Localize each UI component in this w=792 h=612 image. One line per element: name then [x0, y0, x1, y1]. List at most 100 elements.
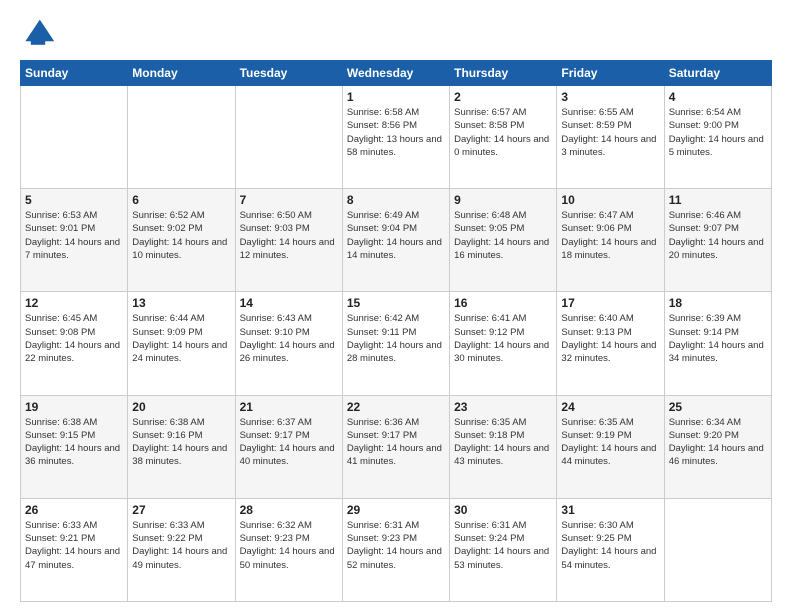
day-number: 20: [132, 400, 230, 414]
day-number: 14: [240, 296, 338, 310]
day-number: 25: [669, 400, 767, 414]
calendar-cell: 15 Sunrise: 6:42 AM Sunset: 9:11 PM Dayli…: [342, 292, 449, 395]
day-info: Sunrise: 6:39 AM Sunset: 9:14 PM Dayligh…: [669, 312, 767, 365]
day-number: 6: [132, 193, 230, 207]
day-number: 11: [669, 193, 767, 207]
day-number: 8: [347, 193, 445, 207]
calendar-cell: 13 Sunrise: 6:44 AM Sunset: 9:09 PM Dayli…: [128, 292, 235, 395]
day-number: 3: [561, 90, 659, 104]
day-number: 7: [240, 193, 338, 207]
calendar-header-wednesday: Wednesday: [342, 61, 449, 86]
calendar-cell: 23 Sunrise: 6:35 AM Sunset: 9:18 PM Dayli…: [450, 395, 557, 498]
calendar-cell: 29 Sunrise: 6:31 AM Sunset: 9:23 PM Dayli…: [342, 498, 449, 601]
day-number: 4: [669, 90, 767, 104]
day-number: 31: [561, 503, 659, 517]
day-number: 10: [561, 193, 659, 207]
day-info: Sunrise: 6:46 AM Sunset: 9:07 PM Dayligh…: [669, 209, 767, 262]
day-info: Sunrise: 6:43 AM Sunset: 9:10 PM Dayligh…: [240, 312, 338, 365]
day-number: 27: [132, 503, 230, 517]
day-number: 16: [454, 296, 552, 310]
day-number: 1: [347, 90, 445, 104]
calendar-cell: 12Sunrise: 6:45 AM Sunset: 9:08 PM Dayli…: [21, 292, 128, 395]
day-number: 2: [454, 90, 552, 104]
calendar-cell: 14 Sunrise: 6:43 AM Sunset: 9:10 PM Dayli…: [235, 292, 342, 395]
day-info: Sunrise: 6:36 AM Sunset: 9:17 PM Dayligh…: [347, 416, 445, 469]
calendar-cell: 27 Sunrise: 6:33 AM Sunset: 9:22 PM Dayli…: [128, 498, 235, 601]
day-info: Sunrise: 6:30 AM Sunset: 9:25 PM Dayligh…: [561, 519, 659, 572]
calendar-cell: 20 Sunrise: 6:38 AM Sunset: 9:16 PM Dayli…: [128, 395, 235, 498]
day-info: Sunrise: 6:57 AM Sunset: 8:58 PM Dayligh…: [454, 106, 552, 159]
day-number: 5: [25, 193, 123, 207]
day-info: Sunrise: 6:41 AM Sunset: 9:12 PM Dayligh…: [454, 312, 552, 365]
calendar-cell: 3 Sunrise: 6:55 AM Sunset: 8:59 PM Daylig…: [557, 86, 664, 189]
calendar-week-row: 5Sunrise: 6:53 AM Sunset: 9:01 PM Daylig…: [21, 189, 772, 292]
day-number: 21: [240, 400, 338, 414]
day-info: Sunrise: 6:31 AM Sunset: 9:23 PM Dayligh…: [347, 519, 445, 572]
calendar-header-row: SundayMondayTuesdayWednesdayThursdayFrid…: [21, 61, 772, 86]
day-number: 30: [454, 503, 552, 517]
calendar-cell: 10 Sunrise: 6:47 AM Sunset: 9:06 PM Dayli…: [557, 189, 664, 292]
day-info: Sunrise: 6:32 AM Sunset: 9:23 PM Dayligh…: [240, 519, 338, 572]
day-number: 23: [454, 400, 552, 414]
calendar-cell: 11 Sunrise: 6:46 AM Sunset: 9:07 PM Dayli…: [664, 189, 771, 292]
day-number: 12: [25, 296, 123, 310]
day-info: Sunrise: 6:38 AM Sunset: 9:16 PM Dayligh…: [132, 416, 230, 469]
calendar-cell: 18 Sunrise: 6:39 AM Sunset: 9:14 PM Dayli…: [664, 292, 771, 395]
day-info: Sunrise: 6:52 AM Sunset: 9:02 PM Dayligh…: [132, 209, 230, 262]
day-info: Sunrise: 6:33 AM Sunset: 9:22 PM Dayligh…: [132, 519, 230, 572]
day-number: 18: [669, 296, 767, 310]
calendar-cell: 21 Sunrise: 6:37 AM Sunset: 9:17 PM Dayli…: [235, 395, 342, 498]
calendar-cell: 5Sunrise: 6:53 AM Sunset: 9:01 PM Daylig…: [21, 189, 128, 292]
calendar-cell: 30Sunrise: 6:31 AM Sunset: 9:24 PM Dayli…: [450, 498, 557, 601]
calendar-week-row: 19Sunrise: 6:38 AM Sunset: 9:15 PM Dayli…: [21, 395, 772, 498]
page: SundayMondayTuesdayWednesdayThursdayFrid…: [0, 0, 792, 612]
day-info: Sunrise: 6:49 AM Sunset: 9:04 PM Dayligh…: [347, 209, 445, 262]
calendar-cell: 31 Sunrise: 6:30 AM Sunset: 9:25 PM Dayli…: [557, 498, 664, 601]
day-number: 17: [561, 296, 659, 310]
calendar-header-saturday: Saturday: [664, 61, 771, 86]
calendar-cell: 7 Sunrise: 6:50 AM Sunset: 9:03 PM Daylig…: [235, 189, 342, 292]
calendar-table: SundayMondayTuesdayWednesdayThursdayFrid…: [20, 60, 772, 602]
day-info: Sunrise: 6:58 AM Sunset: 8:56 PM Dayligh…: [347, 106, 445, 159]
day-info: Sunrise: 6:40 AM Sunset: 9:13 PM Dayligh…: [561, 312, 659, 365]
calendar-cell: 19Sunrise: 6:38 AM Sunset: 9:15 PM Dayli…: [21, 395, 128, 498]
day-info: Sunrise: 6:55 AM Sunset: 8:59 PM Dayligh…: [561, 106, 659, 159]
calendar-cell: 26 Sunrise: 6:33 AM Sunset: 9:21 PM Dayli…: [21, 498, 128, 601]
day-info: Sunrise: 6:35 AM Sunset: 9:18 PM Dayligh…: [454, 416, 552, 469]
calendar-cell: 4 Sunrise: 6:54 AM Sunset: 9:00 PM Daylig…: [664, 86, 771, 189]
header: [20, 16, 772, 52]
day-info: Sunrise: 6:37 AM Sunset: 9:17 PM Dayligh…: [240, 416, 338, 469]
calendar-cell: [664, 498, 771, 601]
calendar-header-sunday: Sunday: [21, 61, 128, 86]
calendar-cell: 24 Sunrise: 6:35 AM Sunset: 9:19 PM Dayli…: [557, 395, 664, 498]
day-info: Sunrise: 6:44 AM Sunset: 9:09 PM Dayligh…: [132, 312, 230, 365]
calendar-cell: [21, 86, 128, 189]
day-number: 24: [561, 400, 659, 414]
calendar-cell: 2 Sunrise: 6:57 AM Sunset: 8:58 PM Daylig…: [450, 86, 557, 189]
calendar-cell: 6 Sunrise: 6:52 AM Sunset: 9:02 PM Daylig…: [128, 189, 235, 292]
calendar-cell: 1 Sunrise: 6:58 AM Sunset: 8:56 PM Daylig…: [342, 86, 449, 189]
day-info: Sunrise: 6:35 AM Sunset: 9:19 PM Dayligh…: [561, 416, 659, 469]
day-number: 13: [132, 296, 230, 310]
day-info: Sunrise: 6:50 AM Sunset: 9:03 PM Dayligh…: [240, 209, 338, 262]
day-number: 15: [347, 296, 445, 310]
calendar-cell: 28 Sunrise: 6:32 AM Sunset: 9:23 PM Dayli…: [235, 498, 342, 601]
day-info: Sunrise: 6:34 AM Sunset: 9:20 PM Dayligh…: [669, 416, 767, 469]
calendar-cell: 17 Sunrise: 6:40 AM Sunset: 9:13 PM Dayli…: [557, 292, 664, 395]
day-info: Sunrise: 6:47 AM Sunset: 9:06 PM Dayligh…: [561, 209, 659, 262]
calendar-cell: [235, 86, 342, 189]
calendar-cell: 25 Sunrise: 6:34 AM Sunset: 9:20 PM Dayli…: [664, 395, 771, 498]
day-info: Sunrise: 6:54 AM Sunset: 9:00 PM Dayligh…: [669, 106, 767, 159]
day-number: 26: [25, 503, 123, 517]
logo-icon: [20, 16, 56, 52]
calendar-header-thursday: Thursday: [450, 61, 557, 86]
logo: [20, 16, 60, 52]
day-info: Sunrise: 6:42 AM Sunset: 9:11 PM Dayligh…: [347, 312, 445, 365]
day-number: 29: [347, 503, 445, 517]
day-number: 28: [240, 503, 338, 517]
day-info: Sunrise: 6:33 AM Sunset: 9:21 PM Dayligh…: [25, 519, 123, 572]
day-info: Sunrise: 6:38 AM Sunset: 9:15 PM Dayligh…: [25, 416, 123, 469]
calendar-cell: 9Sunrise: 6:48 AM Sunset: 9:05 PM Daylig…: [450, 189, 557, 292]
day-info: Sunrise: 6:48 AM Sunset: 9:05 PM Dayligh…: [454, 209, 552, 262]
calendar-week-row: 12Sunrise: 6:45 AM Sunset: 9:08 PM Dayli…: [21, 292, 772, 395]
